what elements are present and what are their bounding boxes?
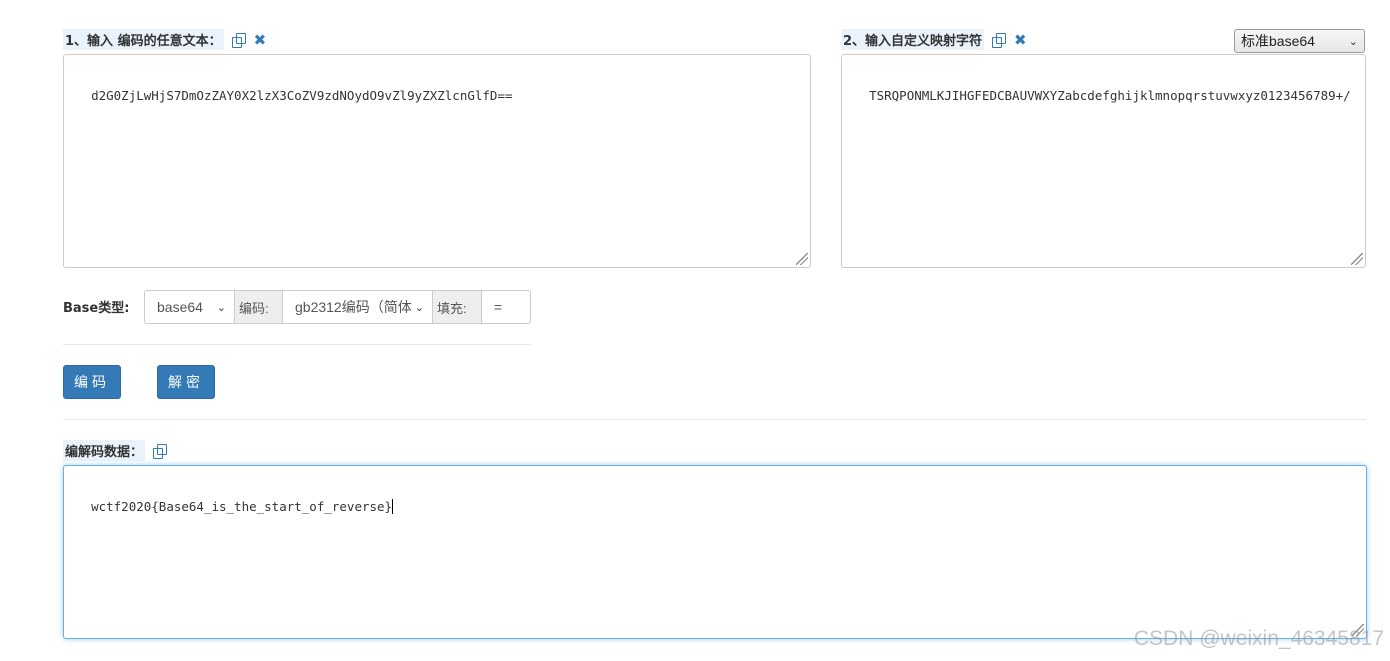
output-text: wctf2020{Base64_is_the_start_of_reverse} <box>91 499 393 514</box>
padding-label: 填充: <box>437 300 467 316</box>
base-type-select[interactable]: base64 ⌄ <box>144 290 235 324</box>
resize-handle[interactable] <box>1351 253 1363 265</box>
chevron-down-icon: ⌄ <box>414 301 424 314</box>
encoding-label: 编码: <box>239 300 269 316</box>
output-label-row: 编解码数据： <box>63 440 168 461</box>
copy-icon[interactable] <box>231 32 246 48</box>
divider <box>63 344 531 345</box>
copy-icon[interactable] <box>992 32 1007 48</box>
chevron-down-icon: ⌄ <box>216 301 226 314</box>
padding-value: = <box>494 299 503 315</box>
encode-button-label: 编码 <box>74 375 110 391</box>
base-type-value: base64 <box>157 299 203 315</box>
encoding-value: gb2312编码（简体 <box>295 299 412 315</box>
mapping-label: 2、输入自定义映射字符 <box>841 29 985 50</box>
clear-icon[interactable]: ✖ <box>1014 32 1027 47</box>
encoding-select[interactable]: gb2312编码（简体 ⌄ <box>282 290 433 324</box>
decode-button[interactable]: 解密 <box>157 365 215 399</box>
input-text: d2G0ZjLwHjS7DmOzZAY0X2lzX3CoZV9zdNOydO9v… <box>91 88 513 103</box>
encode-button[interactable]: 编码 <box>63 365 121 399</box>
text-caret <box>392 499 394 514</box>
resize-handle[interactable] <box>796 253 808 265</box>
decode-button-label: 解密 <box>168 375 204 391</box>
input-textarea[interactable]: d2G0ZjLwHjS7DmOzZAY0X2lzX3CoZV9zdNOydO9v… <box>63 54 811 268</box>
base-type-label: Base类型: <box>63 301 130 316</box>
padding-addon: 填充: <box>432 290 482 324</box>
mapping-preset-select[interactable]: 标准base64 ⌄ <box>1234 29 1365 53</box>
encoding-addon: 编码: <box>234 290 283 324</box>
input-label: 1、输入 编码的任意文本： <box>63 29 224 50</box>
padding-input[interactable]: = <box>481 290 531 324</box>
copy-icon[interactable] <box>153 443 168 459</box>
output-textarea[interactable]: wctf2020{Base64_is_the_start_of_reverse} <box>63 465 1367 639</box>
output-label: 编解码数据： <box>63 440 146 461</box>
mapping-textarea[interactable]: TSRQPONMLKJIHGFEDCBAUVWXYZabcdefghijklmn… <box>841 54 1366 268</box>
watermark: CSDN @weixin_46345817 <box>1133 627 1384 650</box>
clear-icon[interactable]: ✖ <box>254 32 267 47</box>
input-label-row: 1、输入 编码的任意文本： ✖ <box>63 29 266 50</box>
mapping-label-row: 2、输入自定义映射字符 ✖ <box>841 29 1027 50</box>
divider <box>63 419 1366 420</box>
chevron-down-icon: ⌄ <box>1348 35 1358 48</box>
options-group: base64 ⌄ 编码: gb2312编码（简体 ⌄ 填充: = <box>144 290 531 324</box>
mapping-text: TSRQPONMLKJIHGFEDCBAUVWXYZabcdefghijklmn… <box>869 88 1351 103</box>
mapping-preset-value: 标准base64 <box>1241 33 1315 49</box>
